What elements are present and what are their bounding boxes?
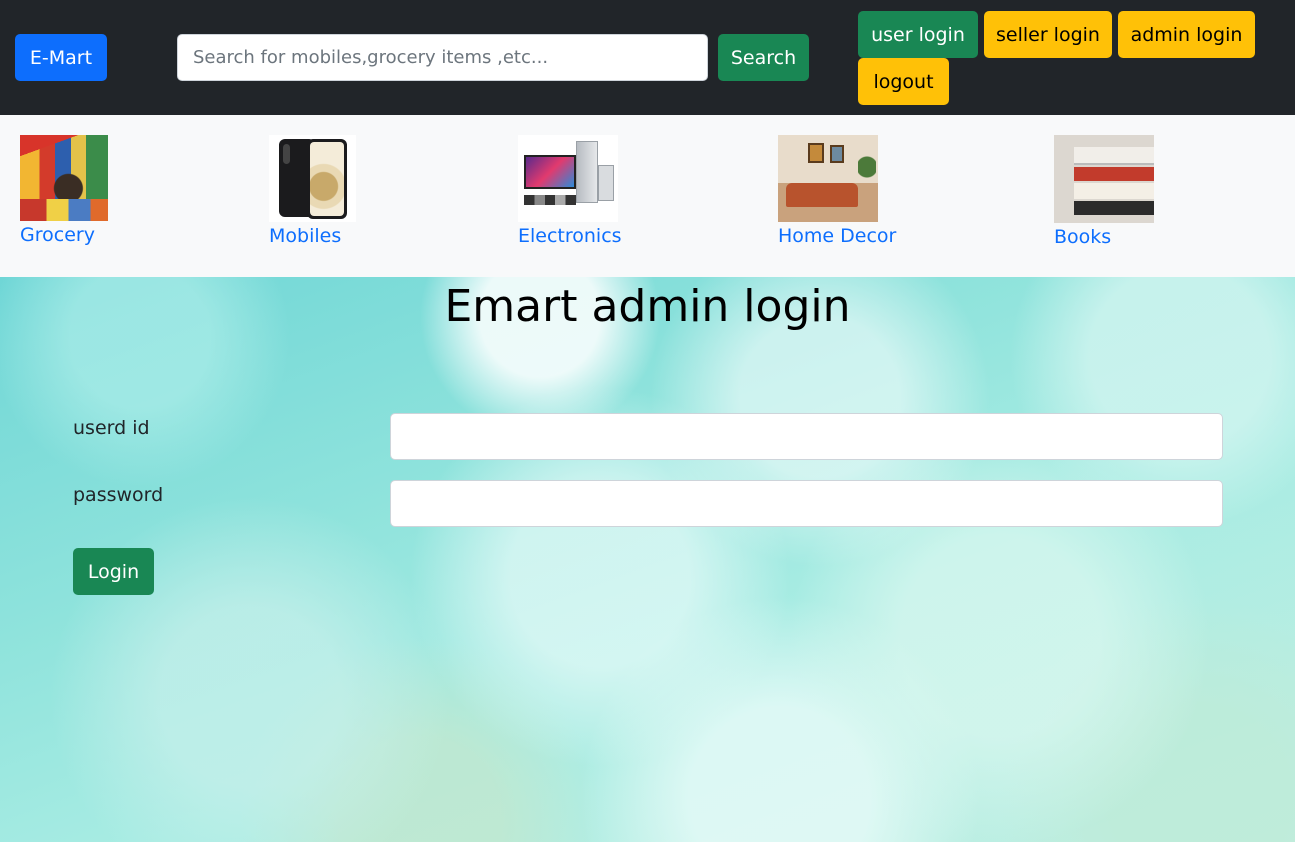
category-grocery[interactable]: Grocery — [20, 135, 108, 247]
user-login-button[interactable]: user login — [858, 11, 978, 58]
wall-frame-shape — [808, 143, 824, 163]
admin-login-button[interactable]: admin login — [1118, 11, 1255, 58]
userid-label: userd id — [73, 417, 150, 439]
category-electronics[interactable]: Electronics — [518, 135, 622, 248]
page-title: Emart admin login — [444, 281, 851, 332]
electronics-image[interactable] — [518, 135, 618, 222]
book-shape — [1074, 167, 1154, 181]
washer-shape — [598, 165, 614, 201]
category-strip: Grocery Mobiles Electronics Home Decor B… — [0, 115, 1295, 277]
wall-frame-shape — [830, 145, 844, 163]
tv-shape — [524, 155, 576, 189]
books-image[interactable] — [1054, 135, 1154, 223]
phone-front-shape — [307, 139, 347, 219]
sofa-shape — [786, 183, 858, 207]
top-navbar: E-Mart Search user login seller login ad… — [0, 0, 1295, 115]
category-label[interactable]: Electronics — [518, 224, 622, 248]
category-label[interactable]: Mobiles — [269, 224, 341, 248]
gadgets-shape — [524, 195, 576, 205]
category-label[interactable]: Books — [1054, 225, 1111, 249]
home-decor-image[interactable] — [778, 135, 878, 222]
password-label: password — [73, 484, 164, 506]
plant-shape — [858, 155, 876, 195]
category-label[interactable]: Home Decor — [778, 224, 896, 248]
search-input[interactable] — [177, 34, 708, 81]
brand-button[interactable]: E-Mart — [15, 34, 107, 81]
mobiles-image[interactable] — [269, 135, 356, 222]
seller-login-button[interactable]: seller login — [984, 11, 1112, 58]
category-books[interactable]: Books — [1054, 135, 1154, 249]
category-label[interactable]: Grocery — [20, 223, 95, 247]
login-section: Emart admin login userd id password Logi… — [0, 277, 1295, 842]
category-home-decor[interactable]: Home Decor — [778, 135, 896, 248]
grocery-image[interactable] — [20, 135, 108, 221]
book-shape — [1074, 147, 1154, 165]
book-shape — [1074, 201, 1154, 215]
logout-button[interactable]: logout — [858, 58, 949, 105]
search-button[interactable]: Search — [718, 34, 809, 81]
fridge-shape — [576, 141, 598, 203]
login-button[interactable]: Login — [73, 548, 154, 595]
password-field[interactable] — [390, 480, 1223, 527]
userid-field[interactable] — [390, 413, 1223, 460]
category-mobiles[interactable]: Mobiles — [269, 135, 356, 248]
book-shape — [1074, 183, 1154, 199]
